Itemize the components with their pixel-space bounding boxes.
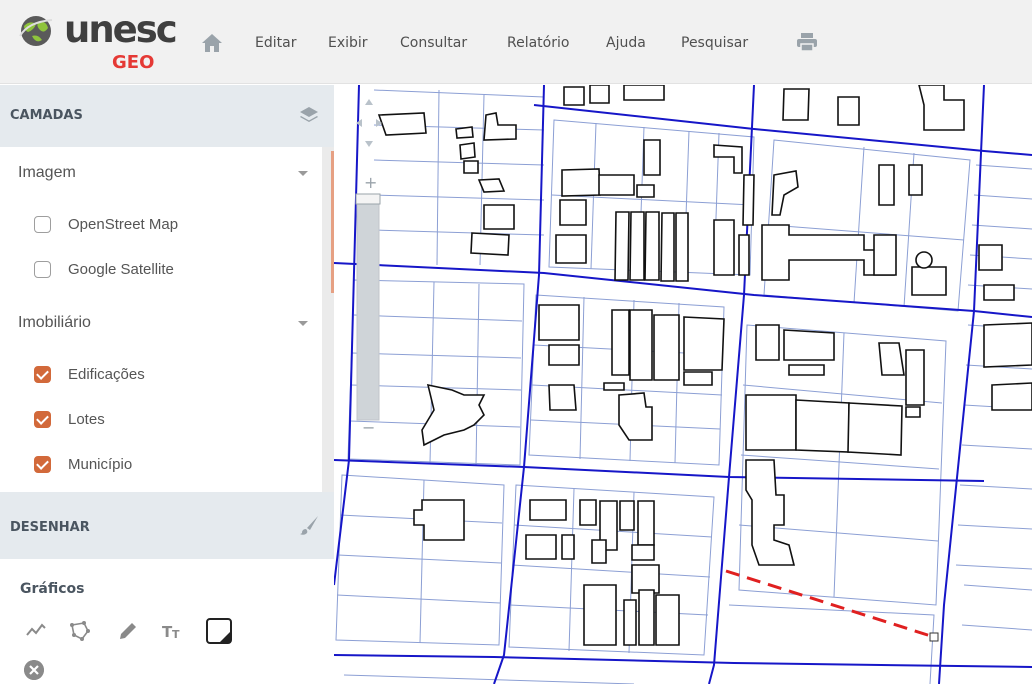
menu-consultar[interactable]: Consultar bbox=[400, 35, 467, 51]
draw-header[interactable]: DESENHAR bbox=[0, 492, 334, 559]
group-imagem[interactable]: Imagem bbox=[0, 151, 322, 195]
clear-icon[interactable] bbox=[24, 660, 44, 680]
polyline-icon[interactable] bbox=[24, 619, 48, 643]
checkbox-checked[interactable] bbox=[34, 456, 51, 473]
group-imobiliario[interactable]: Imobiliário bbox=[0, 301, 322, 345]
layer-openstreet-map[interactable]: OpenStreet Map bbox=[0, 208, 322, 242]
layers-header[interactable]: CAMADAS bbox=[0, 85, 334, 147]
layers-list: Imagem OpenStreet Map Google Satellite I… bbox=[0, 147, 334, 492]
menu-ajuda[interactable]: Ajuda bbox=[606, 35, 646, 51]
polygon-icon[interactable] bbox=[68, 619, 92, 643]
layer-google-satellite[interactable]: Google Satellite bbox=[0, 253, 322, 287]
layer-label: Município bbox=[68, 456, 133, 473]
layer-label: Edificações bbox=[68, 366, 145, 383]
pencil-icon[interactable] bbox=[116, 619, 140, 643]
layers-icon bbox=[300, 107, 318, 122]
unesc-geo-logo: unesc GEO bbox=[14, 8, 182, 78]
menu-relatorio[interactable]: Relatório bbox=[507, 35, 569, 51]
menu-exibir[interactable]: Exibir bbox=[328, 35, 368, 51]
home-icon[interactable] bbox=[200, 32, 224, 54]
color-swatch-icon[interactable] bbox=[205, 617, 233, 645]
checkbox-checked[interactable] bbox=[34, 366, 51, 383]
checkbox[interactable] bbox=[34, 216, 51, 233]
layer-label: OpenStreet Map bbox=[68, 216, 179, 233]
draw-panel: Gráficos T T bbox=[0, 559, 334, 684]
zoom-in-icon: + bbox=[364, 173, 377, 192]
sidebar: CAMADAS Imagem OpenStreet Map Google Sat… bbox=[0, 85, 334, 684]
layer-edificacoes[interactable]: Edificações bbox=[0, 358, 322, 392]
zoom-out-icon: − bbox=[362, 418, 375, 437]
group-label: Imagem bbox=[18, 164, 76, 181]
caret-down-icon bbox=[298, 171, 308, 176]
checkbox-checked[interactable] bbox=[34, 411, 51, 428]
group-label: Imobiliário bbox=[18, 314, 91, 331]
print-icon[interactable] bbox=[795, 31, 819, 53]
zoom-slider[interactable]: + − bbox=[354, 95, 384, 440]
street-lines bbox=[334, 85, 1032, 684]
layers-title: CAMADAS bbox=[10, 108, 83, 123]
layer-municipio[interactable]: Município bbox=[0, 448, 322, 482]
draw-title: DESENHAR bbox=[10, 520, 90, 535]
brush-icon bbox=[300, 516, 318, 535]
globe-icon bbox=[19, 16, 53, 46]
layer-lotes[interactable]: Lotes bbox=[0, 403, 322, 437]
measure-vertex bbox=[929, 632, 939, 642]
checkbox[interactable] bbox=[34, 261, 51, 278]
top-bar: unesc GEO Editar Exibir Consultar Relató… bbox=[0, 0, 1032, 84]
measure-line bbox=[725, 569, 935, 639]
graphics-title: Gráficos bbox=[20, 581, 85, 597]
map-canvas[interactable] bbox=[334, 85, 1032, 684]
menu-pesquisar[interactable]: Pesquisar bbox=[681, 35, 748, 51]
logo-subtitle: GEO bbox=[112, 52, 155, 73]
zoom-track bbox=[356, 196, 380, 421]
svg-text:T: T bbox=[172, 628, 180, 641]
pan-control bbox=[356, 99, 382, 147]
text-icon[interactable]: T T bbox=[160, 619, 184, 643]
logo-wordmark: unesc bbox=[64, 8, 178, 51]
caret-down-icon bbox=[298, 321, 308, 326]
layer-label: Lotes bbox=[68, 411, 105, 428]
map-vector-layer bbox=[334, 85, 1032, 684]
layer-label: Google Satellite bbox=[68, 261, 174, 278]
menu-editar[interactable]: Editar bbox=[255, 35, 296, 51]
zoom-handle bbox=[355, 193, 381, 205]
